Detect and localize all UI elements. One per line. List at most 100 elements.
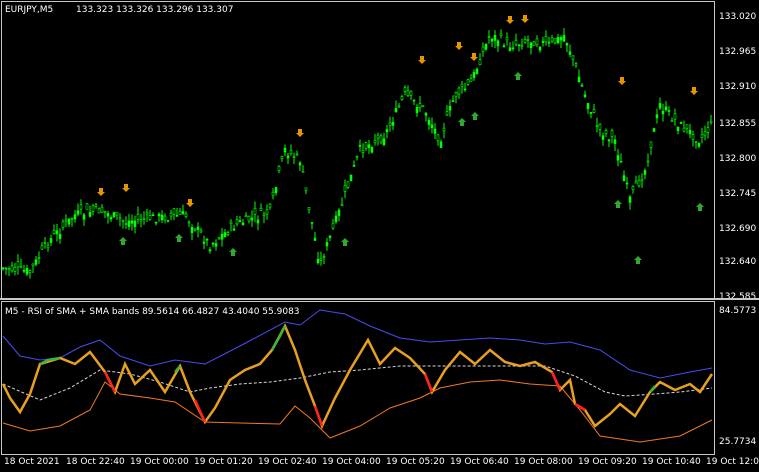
rsi-rising-segment — [270, 325, 287, 351]
candle-body — [208, 249, 212, 252]
fractal-up-arrow-icon — [296, 129, 304, 137]
indicator-pane[interactable]: M5 - RSI of SMA + SMA bands 89.5614 66.4… — [0, 300, 759, 455]
candle-body — [316, 258, 320, 264]
candle-body — [79, 204, 83, 210]
candle-body — [706, 127, 710, 133]
candle-body — [685, 124, 689, 129]
time-tick: 19 Oct 01:20 — [194, 457, 253, 467]
candle-body — [16, 261, 20, 268]
fractal-down-arrow-icon — [341, 238, 349, 246]
fractal-down-arrow-icon — [471, 112, 479, 120]
candle-body — [361, 150, 365, 153]
fractal-up-arrow-icon — [418, 56, 426, 64]
fractal-up-arrow-icon — [690, 87, 698, 95]
candle-body — [28, 270, 32, 273]
time-tick: 19 Oct 10:40 — [642, 457, 701, 467]
candle-body — [670, 120, 674, 122]
candle-body — [703, 131, 707, 136]
candle-body — [184, 213, 188, 217]
upper-band-line — [2, 309, 713, 379]
candle-body — [352, 164, 356, 167]
candle-body — [676, 126, 680, 131]
candle-body — [616, 155, 620, 161]
candle-body — [664, 106, 668, 111]
candle-body — [661, 110, 665, 115]
candle-body — [49, 238, 53, 243]
candle-body — [514, 40, 518, 45]
candle-body — [91, 205, 95, 212]
candle-body — [346, 181, 350, 188]
fractal-down-arrow-icon — [514, 72, 522, 80]
candle-body — [310, 222, 314, 224]
candle-body — [148, 215, 152, 220]
candle-body — [163, 215, 167, 221]
candle-body — [166, 220, 170, 222]
candle-body — [646, 160, 650, 163]
candle-body — [580, 84, 584, 87]
candle-body — [40, 245, 44, 250]
candle-body — [226, 232, 230, 235]
candle-body — [118, 217, 122, 220]
candle-body — [88, 212, 92, 217]
fractal-down-arrow-icon — [696, 203, 704, 211]
candle-body — [634, 180, 638, 184]
candle-body — [13, 267, 17, 272]
fractal-down-arrow-icon — [175, 234, 183, 242]
candle-body — [349, 174, 353, 182]
candle-body — [532, 41, 536, 47]
candle-body — [568, 51, 572, 55]
candle-body — [427, 119, 431, 125]
candle-body — [193, 228, 197, 231]
candle-body — [475, 68, 479, 74]
candle-body — [388, 122, 392, 126]
candle-body — [607, 139, 611, 142]
candle-body — [574, 63, 578, 66]
candle-body — [121, 220, 125, 222]
candle-body — [70, 217, 74, 220]
candle-body — [430, 124, 434, 129]
candle-body — [433, 128, 437, 134]
candle-body — [196, 226, 200, 230]
candle-body — [295, 153, 299, 156]
candle-body — [94, 204, 98, 207]
candle-body — [358, 144, 362, 147]
candle-body — [355, 155, 359, 158]
price-tick: 132.690 — [719, 224, 757, 234]
candle-body — [637, 180, 641, 187]
candle-body — [136, 213, 140, 220]
fractal-up-arrow-icon — [618, 77, 626, 85]
price-tick: 133.020 — [719, 12, 757, 22]
candle-body — [682, 127, 686, 132]
candle-body — [601, 135, 605, 140]
candle-body — [190, 226, 194, 233]
candle-body — [415, 107, 419, 114]
candle-body — [571, 55, 575, 60]
candle-body — [604, 130, 608, 134]
candle-body — [1, 267, 5, 270]
candle-body — [244, 215, 248, 218]
candle-body — [241, 222, 245, 226]
candle-body — [406, 90, 410, 96]
candle-body — [652, 128, 656, 132]
candle-body — [403, 87, 407, 92]
candle-body — [328, 235, 332, 238]
candle-body — [55, 230, 59, 235]
candle-body — [667, 110, 671, 112]
candle-body — [160, 214, 164, 221]
candle-body — [25, 267, 29, 275]
candle-body — [364, 142, 368, 149]
candle-body — [271, 191, 275, 196]
indicator-label: M5 - RSI of SMA + SMA bands 89.5614 66.4… — [5, 307, 300, 317]
fractal-up-arrow-icon — [122, 184, 130, 192]
candle-body — [109, 217, 113, 220]
candle-body — [598, 123, 602, 130]
candle-body — [376, 134, 380, 139]
price-chart-pane[interactable]: EURJPY,M5 133.323 133.326 133.296 133.30… — [0, 0, 759, 302]
candle-body — [169, 212, 173, 217]
rsi-falling-segment — [313, 405, 324, 427]
candle-body — [34, 259, 38, 265]
candle-body — [76, 210, 80, 215]
candle-body — [301, 170, 305, 173]
candle-body — [10, 265, 14, 272]
candle-body — [319, 258, 323, 261]
